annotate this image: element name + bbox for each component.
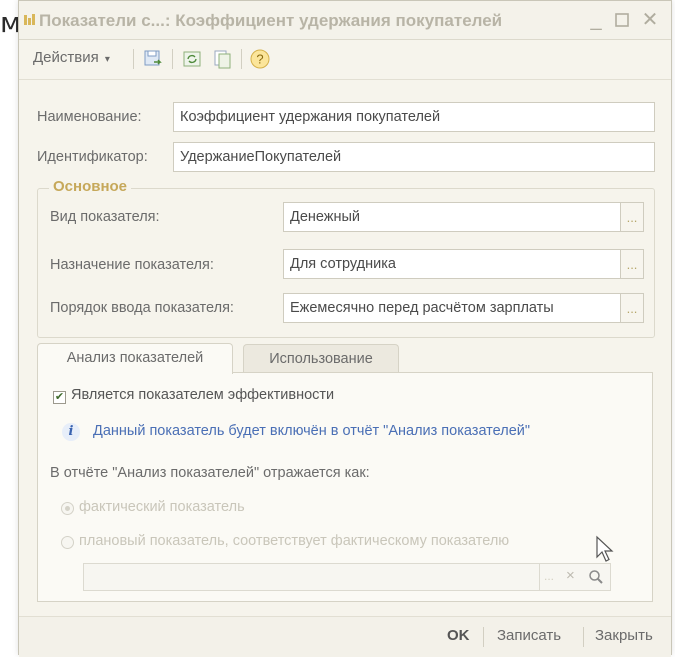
ok-button[interactable]: OK [447, 627, 470, 644]
toolbar-separator [241, 49, 242, 69]
report-label: В отчёте "Анализ показателей" отражается… [50, 465, 370, 481]
actions-label: Действия [33, 49, 99, 66]
dialog-window: Показатели с...: Коэффициент удержания п… [18, 0, 672, 657]
select-dots: ... [544, 569, 555, 583]
app-icon [24, 14, 35, 25]
purpose-label: Назначение показателя: [50, 257, 214, 273]
radio-planned [61, 536, 74, 549]
footer-separator [483, 627, 484, 647]
radio-actual-label: фактический показатель [79, 499, 245, 515]
chevron-down-icon: ▾ [104, 54, 110, 65]
svg-text:?: ? [256, 52, 263, 67]
input-buttons: ... × [539, 563, 611, 591]
toolbar: Действия ▾ ? [19, 39, 671, 80]
close-icon: ✕ [641, 9, 659, 31]
close-button[interactable]: Закрыть [595, 627, 653, 644]
dialog-footer: OK Записать Закрыть [19, 616, 671, 657]
identifier-field[interactable]: УдержаниеПокупателей [173, 142, 655, 172]
toolbar-separator [172, 49, 173, 69]
search-icon [589, 570, 603, 584]
type-select-button[interactable]: ... [620, 202, 644, 232]
tab-analysis[interactable]: Анализ показателей [37, 343, 233, 374]
clear-icon: × [566, 567, 575, 584]
purpose-select-button[interactable]: ... [620, 249, 644, 279]
info-icon: i [62, 423, 80, 441]
radio-actual [61, 502, 74, 515]
save-button[interactable]: Записать [497, 627, 561, 644]
type-label: Вид показателя: [50, 209, 160, 225]
type-field[interactable]: Денежный [283, 202, 621, 232]
actions-menu[interactable]: Действия ▾ [33, 49, 110, 66]
identifier-label: Идентификатор: [37, 149, 148, 165]
kpi-checkbox[interactable]: ✔ [53, 391, 66, 404]
close-window-button[interactable]: ✕ [639, 9, 661, 31]
minimize-icon: _ [590, 9, 602, 31]
footer-separator [583, 627, 584, 647]
radio-planned-label: плановый показатель, соответствует факти… [79, 533, 510, 549]
order-field[interactable]: Ежемесячно перед расчётом зарплаты [283, 293, 621, 323]
refresh-icon[interactable] [181, 48, 203, 70]
window-title: Показатели с...: Коэффициент удержания п… [39, 11, 503, 30]
mouse-cursor-icon [596, 535, 614, 562]
name-label: Наименование: [37, 109, 142, 125]
minimize-button[interactable]: _ [585, 9, 607, 31]
help-icon[interactable]: ? [249, 48, 271, 70]
tab-usage[interactable]: Использование [243, 344, 399, 374]
name-field[interactable]: Коэффициент удержания покупателей [173, 102, 655, 132]
actual-indicator-input [83, 563, 545, 591]
maximize-icon [615, 13, 629, 27]
order-select-button[interactable]: ... [620, 293, 644, 323]
save-and-close-icon[interactable] [142, 48, 164, 70]
maximize-button[interactable] [611, 9, 633, 31]
title-bar[interactable]: Показатели с...: Коэффициент удержания п… [19, 1, 671, 40]
purpose-field[interactable]: Для сотрудника [283, 249, 621, 279]
toolbar-separator [133, 49, 134, 69]
info-message: Данный показатель будет включён в отчёт … [93, 423, 531, 439]
copy-icon[interactable] [211, 48, 233, 70]
kpi-checkbox-label[interactable]: Является показателем эффективности [71, 387, 334, 403]
order-label: Порядок ввода показателя: [50, 300, 234, 316]
main-group-title: Основное [49, 178, 132, 195]
